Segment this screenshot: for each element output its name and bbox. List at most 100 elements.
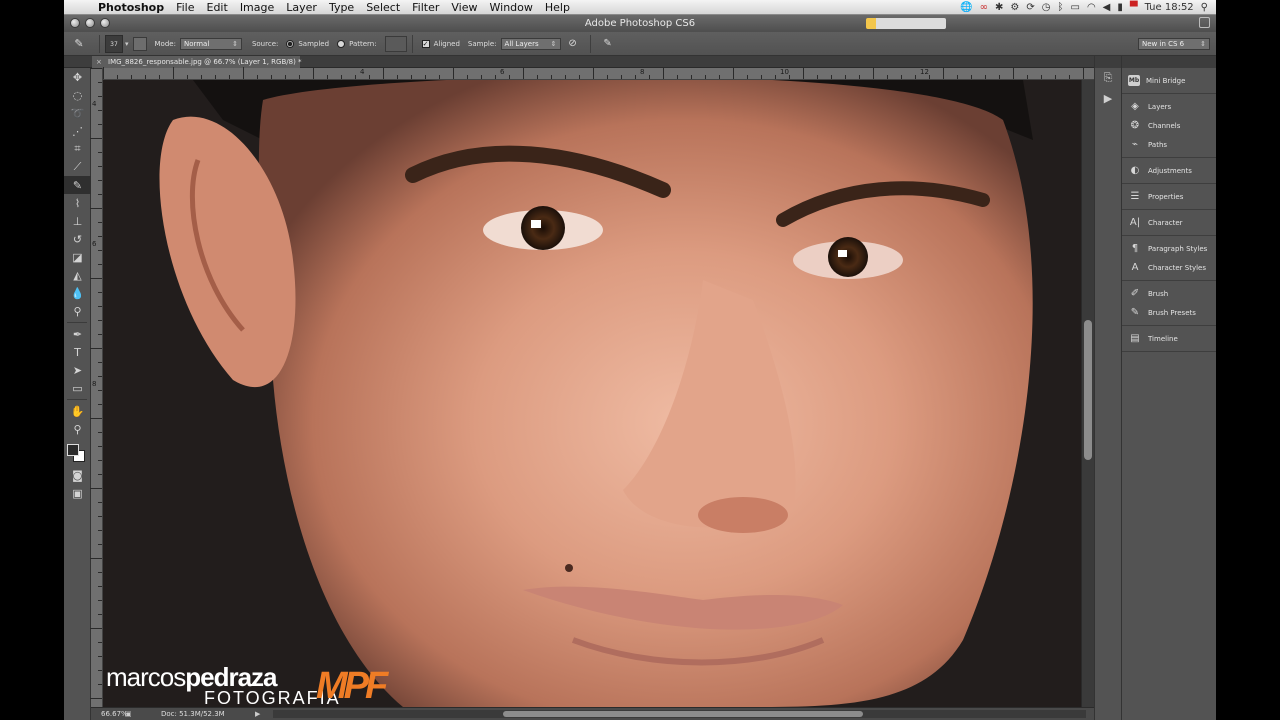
clone-source-panel-button[interactable]: [132, 36, 147, 51]
history-brush-tool-icon[interactable]: ↺: [64, 230, 91, 248]
menu-help[interactable]: Help: [539, 1, 576, 14]
menu-app-name[interactable]: Photoshop: [92, 1, 170, 14]
aligned-checkbox[interactable]: ✓: [421, 39, 430, 48]
crop-tool-icon[interactable]: ⌗: [64, 140, 91, 158]
pen-tool-icon[interactable]: ✒: [64, 325, 91, 343]
brush-preset-picker[interactable]: 37: [105, 34, 123, 53]
move-tool-icon[interactable]: ✥: [64, 68, 91, 86]
eraser-tool-icon[interactable]: ◪: [64, 248, 91, 266]
globe-icon[interactable]: 🌐: [960, 2, 972, 13]
panel-brush-presets[interactable]: ✎ Brush Presets: [1122, 303, 1216, 322]
menu-edit[interactable]: Edit: [201, 1, 234, 14]
rectangle-tool-icon[interactable]: ▭: [64, 379, 91, 397]
panel-paths[interactable]: ⌁ Paths: [1122, 135, 1216, 154]
quick-mask-icon[interactable]: ◙: [64, 466, 91, 484]
spotlight-search-icon[interactable]: ⚲: [1201, 2, 1208, 13]
horizontal-scrollbar[interactable]: [273, 710, 1086, 718]
document-tab[interactable]: × IMG_8826_responsable.jpg @ 66.7% (Laye…: [92, 56, 302, 68]
actions-panel-icon[interactable]: ▶: [1095, 88, 1121, 108]
bluetooth-icon[interactable]: ᛒ: [1057, 2, 1063, 13]
menu-window[interactable]: Window: [484, 1, 539, 14]
document-canvas[interactable]: marcospedraza FOTOGRAFIA MPF: [103, 80, 1081, 707]
watermark-logo: MPF: [316, 665, 388, 707]
close-window-button[interactable]: [70, 18, 80, 28]
panel-properties[interactable]: ☰ Properties: [1122, 187, 1216, 206]
pattern-picker[interactable]: [384, 35, 407, 52]
sampled-radio[interactable]: [286, 39, 295, 48]
display-icon[interactable]: ▭: [1070, 2, 1079, 13]
panel-layers[interactable]: ◈ Layers: [1122, 97, 1216, 116]
dodge-tool-icon[interactable]: ⚲: [64, 302, 91, 320]
zoom-window-button[interactable]: [100, 18, 110, 28]
watermark-first-name: marcos: [106, 662, 186, 692]
tool-preset-picker-icon[interactable]: ✎: [64, 37, 94, 50]
spot-healing-tool-icon[interactable]: ✎: [64, 176, 91, 194]
panel-channels[interactable]: ❂ Channels: [1122, 116, 1216, 135]
horizontal-scroll-thumb[interactable]: [503, 711, 863, 717]
status-menu-arrow-icon[interactable]: ▶: [255, 710, 265, 718]
paint-bucket-tool-icon[interactable]: ◭: [64, 266, 91, 284]
panel-brush[interactable]: ✐ Brush: [1122, 284, 1216, 303]
blur-tool-icon[interactable]: 💧: [64, 284, 91, 302]
zoom-level[interactable]: 66.67%: [91, 710, 128, 718]
panel-label: Paths: [1148, 140, 1168, 149]
pattern-radio[interactable]: [337, 39, 346, 48]
close-tab-icon[interactable]: ×: [96, 56, 102, 68]
eyedropper-tool-icon[interactable]: ⟋: [64, 158, 91, 176]
ruler-label: 4: [360, 68, 365, 76]
resize-window-button[interactable]: [1199, 17, 1210, 28]
menu-select[interactable]: Select: [360, 1, 406, 14]
panel-timeline[interactable]: ▤ Timeline: [1122, 329, 1216, 348]
vertical-ruler[interactable]: 4 6 8: [90, 68, 103, 707]
volume-icon[interactable]: ◀: [1103, 2, 1111, 13]
ruler-tick: [98, 264, 102, 265]
ruler-tick: [90, 488, 102, 489]
panel-adjustments[interactable]: ◐ Adjustments: [1122, 161, 1216, 180]
sync-icon[interactable]: ⟳: [1026, 2, 1034, 13]
menu-layer[interactable]: Layer: [280, 1, 323, 14]
panel-character-styles[interactable]: A Character Styles: [1122, 258, 1216, 277]
menu-view[interactable]: View: [445, 1, 483, 14]
vertical-scroll-thumb[interactable]: [1084, 320, 1092, 460]
mode-select[interactable]: Normal: [179, 37, 242, 50]
paw-icon[interactable]: ✱: [995, 2, 1003, 13]
ignore-adjustment-layers-icon[interactable]: ⊘: [566, 38, 580, 49]
vertical-scrollbar[interactable]: [1081, 80, 1094, 707]
flag-icon[interactable]: ▀: [1130, 2, 1138, 13]
battery-icon[interactable]: ▮: [1117, 2, 1123, 13]
gear-icon[interactable]: ⚙: [1010, 2, 1019, 13]
horizontal-ruler[interactable]: 4 6 8 10 12: [103, 67, 1094, 80]
menu-image[interactable]: Image: [234, 1, 280, 14]
sample-select[interactable]: All Layers: [500, 37, 561, 50]
brush-dropdown-arrow-icon[interactable]: ▾: [125, 40, 129, 48]
type-tool-icon[interactable]: T: [64, 343, 91, 361]
hand-tool-icon[interactable]: ✋: [64, 402, 91, 420]
marquee-tool-icon[interactable]: ◌: [64, 86, 91, 104]
clock-icon[interactable]: ◷: [1042, 2, 1051, 13]
screen-mode-icon[interactable]: ▣: [64, 484, 91, 502]
pressure-size-icon[interactable]: ✎: [601, 38, 615, 49]
menu-file[interactable]: File: [170, 1, 200, 14]
ruler-label: 6: [92, 240, 97, 248]
foreground-color-swatch[interactable]: [67, 444, 79, 456]
zoom-tool-icon[interactable]: ⚲: [64, 420, 91, 438]
wifi-icon[interactable]: ◠: [1087, 2, 1096, 13]
minimize-window-button[interactable]: [85, 18, 95, 28]
brush-tool-icon[interactable]: ⌇: [64, 194, 91, 212]
panel-dock-grip[interactable]: [1122, 56, 1216, 68]
lasso-tool-icon[interactable]: ➰: [64, 104, 91, 122]
menu-type[interactable]: Type: [323, 1, 360, 14]
workspace-select[interactable]: New in CS 6: [1138, 37, 1210, 50]
quick-selection-tool-icon[interactable]: ⋰: [64, 122, 91, 140]
infinity-icon[interactable]: ∞: [980, 2, 988, 13]
clone-stamp-tool-icon[interactable]: ⊥: [64, 212, 91, 230]
menu-filter[interactable]: Filter: [406, 1, 445, 14]
panel-character[interactable]: A| Character: [1122, 213, 1216, 232]
panel-strip-grip[interactable]: [1095, 56, 1121, 68]
path-selection-tool-icon[interactable]: ➤: [64, 361, 91, 379]
menu-clock[interactable]: Tue 18:52: [1145, 2, 1194, 13]
panel-mini-bridge[interactable]: Mb Mini Bridge: [1122, 71, 1216, 90]
status-export-icon[interactable]: ▣: [125, 710, 135, 718]
panel-paragraph-styles[interactable]: ¶ Paragraph Styles: [1122, 239, 1216, 258]
history-panel-icon[interactable]: ⎘: [1095, 68, 1121, 88]
